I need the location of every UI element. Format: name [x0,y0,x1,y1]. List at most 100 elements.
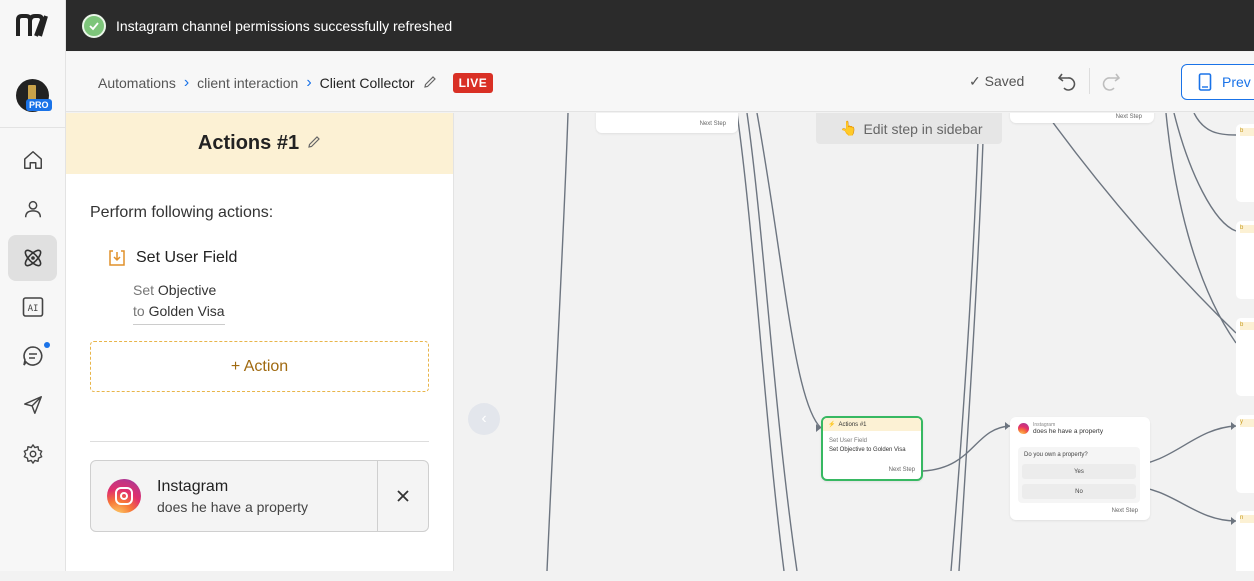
app-root: PRO AI Instagram channel permissions suc… [0,0,1254,581]
action-description[interactable]: Set Objective to Golden Visa [133,280,225,325]
checkmark-icon: ✓ [969,73,981,89]
option-yes[interactable]: Yes [1022,464,1136,479]
partial-node-label: b [1240,128,1254,136]
undo-button[interactable] [1056,70,1078,97]
action-name: Set User Field [136,249,238,266]
next-step-label: Next Step [888,467,915,473]
flow-node-partial[interactable]: n [1236,511,1254,571]
nav-broadcasting[interactable] [8,382,57,428]
step-sidebar: Actions #1 Perform following actions: Se… [66,113,454,571]
action-set-user-field[interactable]: Set User Field [108,249,237,267]
question-box: Do you own a property? Yes No [1018,447,1140,503]
svg-text:AI: AI [27,304,38,314]
toast-message: Instagram channel permissions successful… [116,17,453,34]
partial-node-label: b [1240,225,1254,233]
chevron-right-icon: › [183,74,190,91]
step-title-bar: Actions #1 [66,113,453,174]
flow-node-partial[interactable]: b [1236,318,1254,396]
nav-automation[interactable] [8,235,57,281]
flow-node-partial[interactable]: b [1236,124,1254,202]
send-icon [23,396,42,414]
panel-divider [90,441,429,442]
undo-icon [1057,73,1076,91]
redo-button[interactable] [1100,70,1122,97]
rail-divider [0,127,66,128]
success-toast: Instagram channel permissions successful… [66,0,1254,51]
partial-node-label: n [1240,515,1254,523]
edit-title-pencil-icon[interactable] [307,132,321,155]
close-icon [397,490,409,502]
rename-pencil-icon[interactable] [423,75,437,92]
instagram-node[interactable]: Instagram does he have a property Do you… [1010,417,1150,520]
brand-logo-icon [16,14,48,37]
perform-label: Perform following actions: [90,204,274,221]
nav-settings[interactable] [8,431,57,477]
actions-node-line2: Set Objective to Golden Visa [829,447,906,453]
add-action-button[interactable]: + Action [90,341,429,392]
next-step-label: Next Step [1115,114,1142,120]
actions-node[interactable]: ⚡ Actions #1 Set User Field Set Objectiv… [821,416,923,481]
brand-logo[interactable] [0,0,66,52]
actions-node-header: ⚡ Actions #1 [823,418,921,431]
next-step-body[interactable]: Instagram does he have a property [91,461,378,531]
saved-label: Saved [984,73,1025,89]
preview-button[interactable]: Prev [1181,64,1254,100]
chevron-right-icon: › [306,74,312,91]
nav-contacts[interactable] [8,186,57,232]
live-badge: LIVE [452,73,494,93]
remove-next-step-button[interactable] [378,461,428,531]
user-icon [24,200,41,218]
next-step-text: does he have a property [157,498,308,515]
edit-hint-text: Edit step in sidebar [863,120,983,137]
instagram-icon [107,479,141,513]
pointing-hand-icon: 👆 [840,120,858,136]
nav-rail: PRO AI [0,0,66,571]
header-divider [1089,68,1090,94]
question-text: Do you own a property? [1024,452,1088,458]
instagram-icon [1018,423,1029,434]
breadcrumb-folder[interactable]: client interaction [197,75,298,91]
saved-status: ✓ Saved [969,73,1024,90]
step-title[interactable]: Actions #1 [198,132,299,155]
next-step-card[interactable]: Instagram does he have a property [90,460,429,532]
flow-node-partial[interactable]: b [1236,221,1254,299]
partial-node-label: b [1240,322,1254,330]
breadcrumb-automations[interactable]: Automations [98,75,176,91]
phone-icon [1198,73,1212,91]
redo-icon [1102,73,1121,91]
nav-home[interactable] [8,137,57,183]
collapse-sidebar-button[interactable]: ‹ [468,403,500,435]
notification-dot [44,342,50,348]
nav-ai[interactable]: AI [8,284,57,330]
home-icon [23,151,42,169]
actions-node-title: Actions #1 [838,421,867,428]
flow-node[interactable]: Next Step [596,113,738,133]
check-circle-icon [82,13,106,38]
ai-icon: AI [22,297,43,317]
next-step-label: Next Step [1111,508,1138,514]
field-value: Golden Visa [148,303,225,319]
nav-live-chat[interactable] [8,333,57,379]
chevron-left-icon: ‹ [481,410,487,427]
breadcrumb-current: Client Collector [319,75,415,91]
chat-icon [22,346,42,366]
lightning-icon: ⚡ [828,422,836,428]
edit-step-hint: 👆 Edit step in sidebar [816,113,1002,144]
breadcrumb: Automations › client interaction › Clien… [98,73,494,93]
flow-canvas[interactable]: Next Step Next Step 👆 Edit step in sideb… [454,113,1254,571]
next-step-channel: Instagram [157,477,229,495]
partial-node-label: y [1240,419,1254,427]
field-name: Objective [157,282,217,298]
download-field-icon [109,250,125,266]
pro-badge: PRO [26,99,52,111]
flow-node[interactable]: Next Step [1010,113,1154,123]
option-no[interactable]: No [1022,484,1136,499]
actions-node-line1: Set User Field [829,438,868,444]
flow-header: Automations › client interaction › Clien… [66,52,1254,112]
ig-node-title: does he have a property [1033,428,1104,435]
next-step-label: Next Step [699,121,726,127]
flow-node-partial[interactable]: y [1236,415,1254,493]
to-word: to [133,303,145,319]
atom-icon [24,249,41,267]
set-word: Set [133,282,155,298]
